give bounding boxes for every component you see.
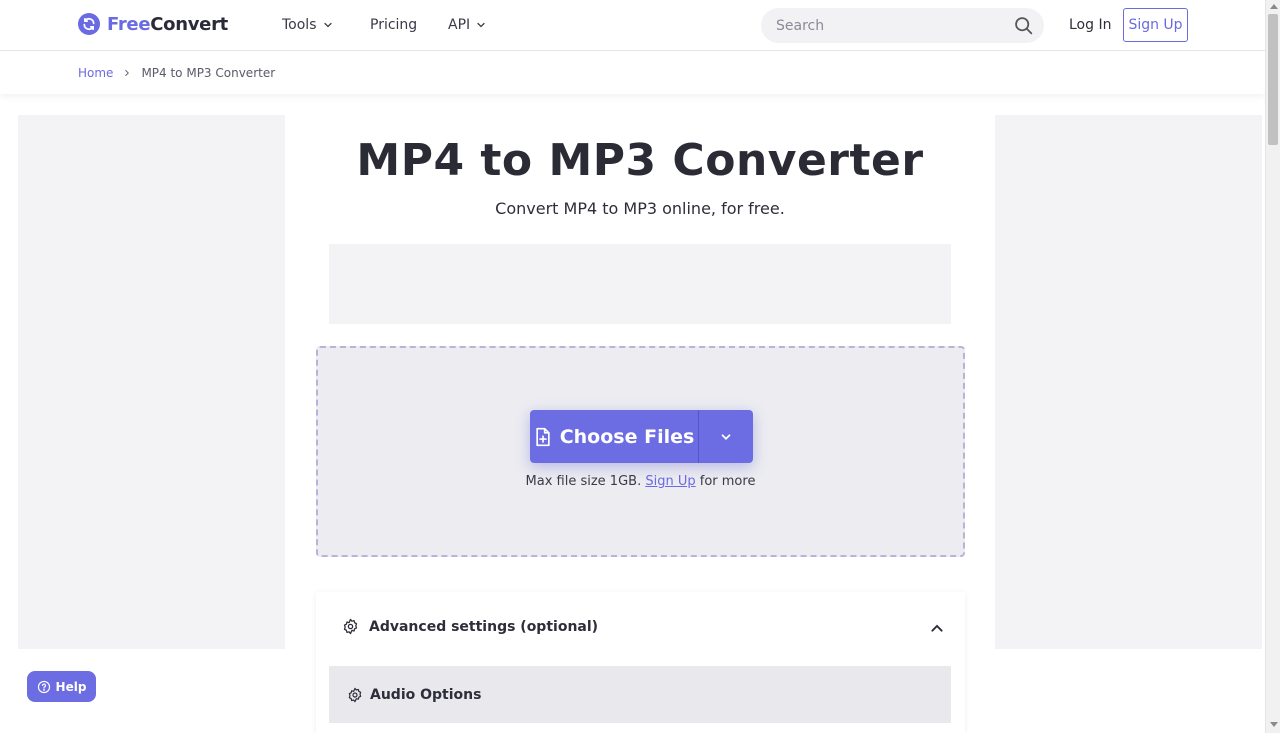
page-scrollbar[interactable]	[1265, 0, 1280, 733]
nav-api[interactable]: API	[448, 0, 487, 50]
file-add-icon	[536, 427, 550, 446]
nav-pricing-label: Pricing	[370, 17, 418, 33]
login-link[interactable]: Log In	[1069, 17, 1111, 33]
chevron-down-icon	[721, 433, 731, 440]
gear-icon	[343, 618, 358, 635]
ad-banner-placeholder	[329, 244, 951, 324]
search-box	[761, 8, 1044, 43]
logo-text: FreeConvert	[107, 13, 228, 35]
nav-pricing[interactable]: Pricing	[370, 0, 417, 50]
scroll-up-arrow[interactable]	[1270, 4, 1278, 9]
gear-icon	[348, 687, 362, 702]
breadcrumb-current: MP4 to MP3 Converter	[141, 66, 276, 80]
file-dropzone[interactable]: Choose Files Max file size 1GB. Sign Up …	[316, 346, 965, 557]
scroll-thumb[interactable]	[1268, 14, 1278, 145]
audio-options-section[interactable]: Audio Options	[329, 666, 951, 723]
scroll-down-arrow[interactable]	[1270, 722, 1278, 727]
chevron-down-icon	[323, 22, 332, 28]
advanced-settings-panel: Advanced settings (optional) Audio Optio…	[316, 592, 965, 733]
choose-files-button[interactable]: Choose Files	[530, 410, 699, 463]
advanced-settings-header[interactable]: Advanced settings (optional)	[342, 618, 598, 635]
max-size-text: Max file size 1GB.	[525, 474, 642, 489]
page-title: MP4 to MP3 Converter	[356, 135, 924, 186]
help-label: Help	[55, 679, 87, 694]
ad-right-placeholder	[995, 115, 1262, 649]
help-icon	[37, 680, 50, 693]
upload-source-dropdown[interactable]	[699, 410, 753, 463]
max-file-size-note: Max file size 1GB. Sign Up for more	[318, 474, 963, 489]
breadcrumb: Home MP4 to MP3 Converter	[78, 66, 275, 80]
nav-tools-label: Tools	[282, 17, 317, 33]
choose-files-label: Choose Files	[559, 425, 695, 448]
nav-api-label: API	[448, 17, 471, 33]
help-button[interactable]: Help	[27, 671, 96, 702]
audio-options-label: Audio Options	[370, 686, 482, 703]
refresh-icon	[78, 13, 100, 35]
search-icon[interactable]	[1013, 15, 1034, 36]
chevron-right-icon	[125, 69, 130, 77]
chevron-up-icon[interactable]	[929, 620, 945, 636]
breadcrumb-home[interactable]: Home	[78, 66, 113, 80]
top-navbar: FreeConvert Tools Pricing API Log In Sig…	[0, 0, 1265, 51]
page-subtitle: Convert MP4 to MP3 online, for free.	[495, 199, 785, 218]
choose-files-group: Choose Files	[530, 410, 753, 463]
logo[interactable]: FreeConvert	[78, 13, 228, 35]
nav-tools[interactable]: Tools	[282, 0, 334, 50]
breadcrumb-bar: Home MP4 to MP3 Converter	[0, 51, 1265, 94]
chevron-down-icon	[477, 22, 485, 28]
ad-left-placeholder	[18, 115, 285, 649]
signup-button[interactable]: Sign Up	[1123, 8, 1188, 42]
max-size-suffix: for more	[699, 474, 756, 489]
signup-link[interactable]: Sign Up	[645, 474, 695, 489]
search-input[interactable]	[776, 8, 1006, 43]
advanced-settings-title: Advanced settings (optional)	[369, 618, 599, 635]
